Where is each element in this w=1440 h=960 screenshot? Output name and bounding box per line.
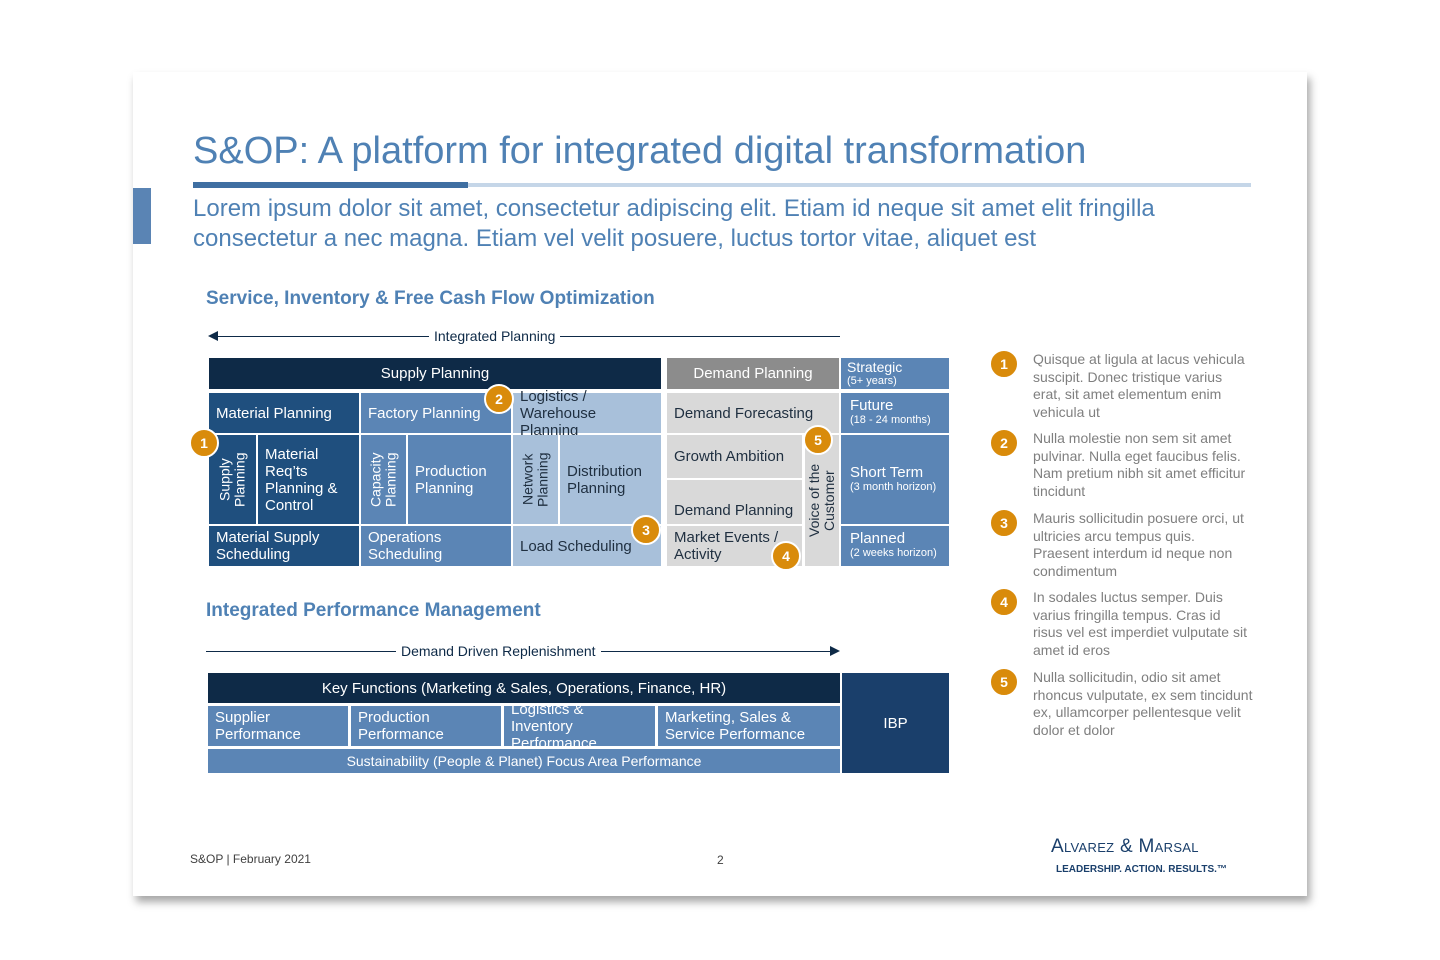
- footer-left: S&OP | February 2021: [190, 852, 311, 866]
- company-tagline: LEADERSHIP. ACTION. RESULTS.™: [1056, 864, 1227, 875]
- page-number: 2: [717, 853, 724, 867]
- horizon-future-sub: (18 - 24 months): [850, 414, 931, 426]
- operations-scheduling: Operations Scheduling: [361, 526, 511, 566]
- production-planning: Production Planning: [408, 435, 511, 524]
- badge-2: 2: [484, 384, 514, 414]
- horizon-strategic-sub: (5+ years): [847, 375, 897, 387]
- page-title: S&OP: A platform for integrated digital …: [193, 130, 1087, 172]
- horizon-short-term-sub: (3 month horizon): [850, 481, 937, 493]
- material-reqts-planning: Material Req’ts Planning & Control: [258, 435, 359, 524]
- horizon-planned-label: Planned: [850, 530, 906, 547]
- note-3-text: Mauris sollicitudin posuere orci, ut ult…: [1033, 510, 1244, 579]
- note-badge-1: 1: [989, 349, 1019, 379]
- note-badge-4: 4: [989, 587, 1019, 617]
- horizon-future-label: Future: [850, 397, 894, 414]
- horizon-strategic: Strategic (5+ years): [841, 358, 949, 389]
- note-badge-3: 3: [989, 508, 1019, 538]
- material-planning: Material Planning: [209, 393, 359, 433]
- page-subtitle: Lorem ipsum dolor sit amet, consectetur …: [193, 195, 1155, 252]
- side-accent-tab: [133, 188, 151, 244]
- note-2-text: Nulla molestie non sem sit amet pulvinar…: [1033, 430, 1246, 499]
- network-planning: Network Planning: [513, 435, 558, 524]
- note-4-text: In sodales luctus semper. Duis varius fr…: [1033, 589, 1247, 658]
- horizon-future: Future (18 - 24 months): [841, 393, 949, 433]
- supply-planning-header: Supply Planning: [209, 358, 661, 389]
- ibp-box: IBP: [842, 673, 949, 773]
- capacity-planning: Capacity Planning: [361, 435, 406, 524]
- slide: S&OP: A platform for integrated digital …: [133, 72, 1307, 896]
- horizon-short-term: Short Term (3 month horizon): [841, 435, 949, 524]
- logistics-inventory-performance: Logistics & Inventory Performance: [504, 701, 655, 752]
- badge-5: 5: [803, 425, 833, 455]
- demand-planning-header: Demand Planning: [667, 358, 839, 389]
- arrow-left-icon: [208, 331, 218, 341]
- replenishment-label: Demand Driven Replenishment: [396, 643, 601, 659]
- note-badge-5: 5: [989, 667, 1019, 697]
- distribution-planning: Distribution Planning: [560, 435, 661, 524]
- badge-4: 4: [771, 541, 801, 571]
- company-logo: Alvarez & Marsal: [1051, 836, 1199, 857]
- note-5-text: Nulla sollicitudin, odio sit amet rhoncu…: [1033, 669, 1253, 738]
- badge-3: 3: [631, 515, 661, 545]
- badge-1: 1: [189, 428, 219, 458]
- note-1-text: Quisque at ligula at lacus vehicula susc…: [1033, 351, 1245, 420]
- key-functions: Key Functions (Marketing & Sales, Operat…: [208, 673, 840, 703]
- voice-of-the-customer: Voice of the Customer: [805, 435, 839, 566]
- sustainability-performance: Sustainability (People & Planet) Focus A…: [208, 749, 840, 773]
- horizon-short-term-label: Short Term: [850, 464, 924, 481]
- material-supply-scheduling: Material Supply Scheduling: [209, 526, 359, 566]
- section2-heading: Integrated Performance Management: [206, 600, 541, 621]
- arrow-right-icon: [830, 646, 840, 656]
- section1-heading: Service, Inventory & Free Cash Flow Opti…: [206, 288, 655, 309]
- supplier-performance: Supplier Performance: [208, 706, 348, 746]
- logistics-warehouse-planning: Logistics / Warehouse Planning: [513, 388, 661, 439]
- note-badge-2: 2: [989, 428, 1019, 458]
- horizon-planned: Planned (2 weeks horizon): [841, 526, 949, 566]
- horizon-strategic-label: Strategic: [847, 359, 903, 375]
- horizon-planned-sub: (2 weeks horizon): [850, 547, 937, 559]
- production-performance: Production Performance: [351, 706, 501, 746]
- integrated-planning-label: Integrated Planning: [429, 328, 561, 344]
- marketing-sales-service-performance: Marketing, Sales & Service Performance: [658, 706, 840, 746]
- title-rule-light: [468, 183, 1251, 187]
- title-rule-dark: [193, 182, 468, 188]
- demand-planning-cell: Demand Planning: [667, 480, 802, 524]
- growth-ambition: Growth Ambition: [667, 435, 802, 478]
